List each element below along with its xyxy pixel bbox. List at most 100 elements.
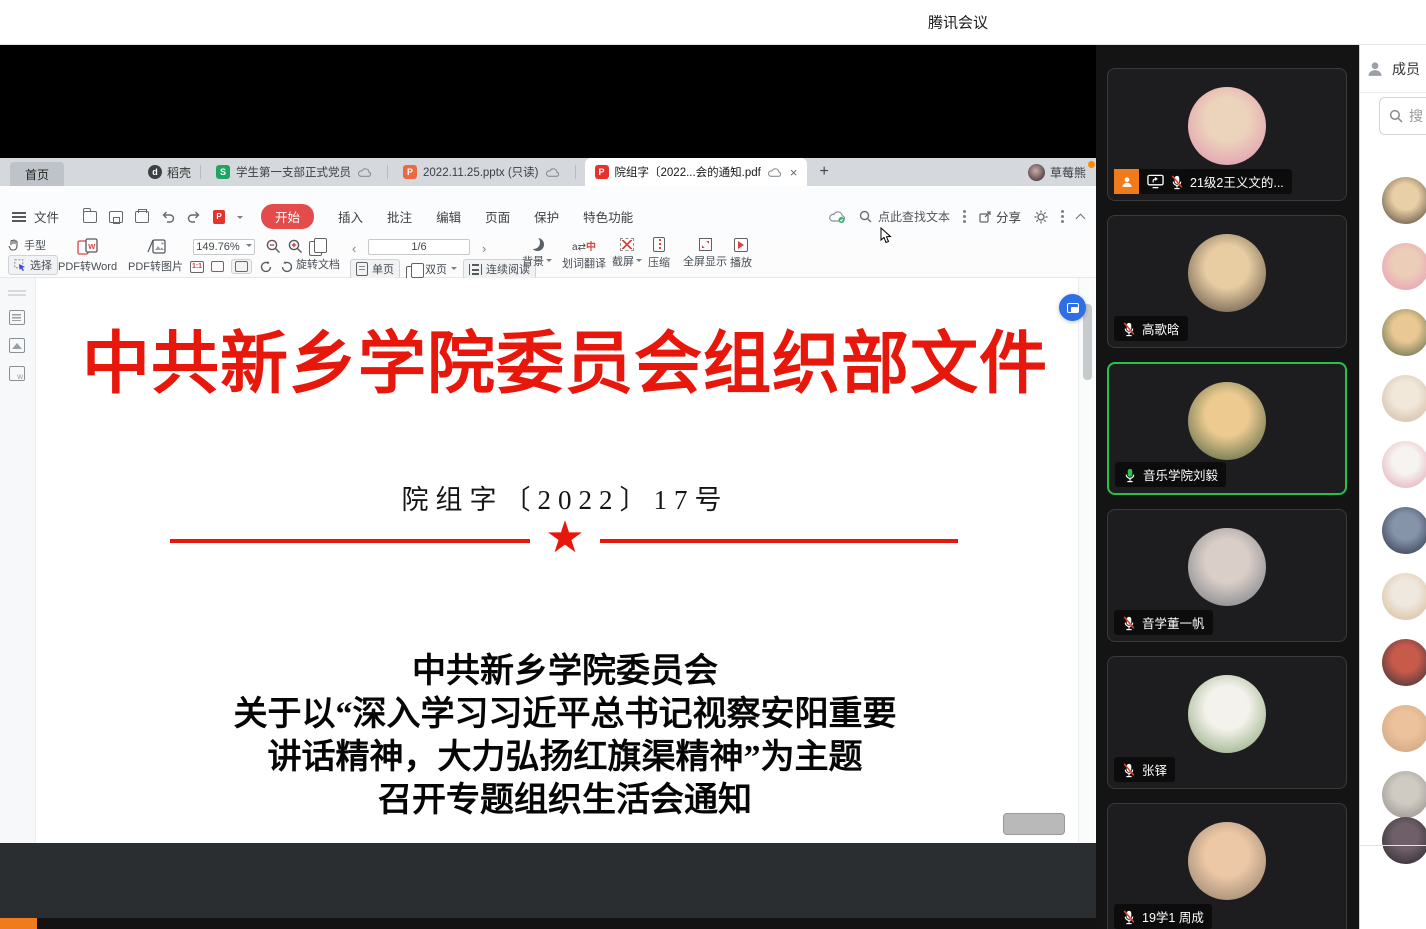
participant-tile[interactable]: 高歌晗 <box>1107 215 1347 348</box>
share-button[interactable]: 分享 <box>979 207 1021 226</box>
mic-muted-icon <box>1170 174 1184 190</box>
account-menu[interactable]: 草莓熊 <box>1028 164 1086 181</box>
find-text[interactable]: 点此查找文本 <box>859 208 950 225</box>
redo-icon[interactable] <box>187 211 201 223</box>
quick-access-toolbar: P <box>83 210 243 224</box>
tab-docer[interactable]: d 稻壳 <box>148 164 191 181</box>
cloud-status-icon[interactable] <box>828 210 846 223</box>
hamburger-menu-icon[interactable] <box>12 212 26 222</box>
save-icon[interactable] <box>109 211 123 223</box>
device-sync-icon <box>1067 303 1079 313</box>
close-tab-icon[interactable]: × <box>790 165 798 180</box>
fit-page-active[interactable] <box>231 259 252 274</box>
avatar[interactable] <box>1382 507 1426 554</box>
member-panel-header: 成员 <box>1360 45 1426 93</box>
rotate-right-icon[interactable] <box>259 260 273 273</box>
fullscreen-button[interactable]: 全屏显示 <box>683 238 727 269</box>
pdf-tools-icon[interactable]: P <box>213 210 225 224</box>
cloud-sync-icon <box>767 167 782 178</box>
more-options-icon[interactable] <box>963 210 966 213</box>
tab-document-pdf-active[interactable]: P 院组字〔2022...会的通知.pdf × <box>585 158 808 186</box>
avatar[interactable] <box>1382 705 1426 752</box>
tab-separator <box>200 165 201 179</box>
participant-tile[interactable]: 19学1 周成 <box>1107 803 1347 929</box>
avatar[interactable] <box>1382 817 1426 864</box>
mouse-cursor <box>880 227 893 244</box>
zoom-out-icon[interactable] <box>266 239 281 254</box>
sidebar-handle[interactable] <box>8 290 26 296</box>
avatar[interactable] <box>1382 639 1426 686</box>
thumbnail-panel-icon[interactable] <box>9 310 25 325</box>
participant-tile-active-speaker[interactable]: 音乐学院刘毅 <box>1107 362 1347 495</box>
select-tool-button[interactable]: 选择 <box>8 255 58 275</box>
hand-icon <box>8 239 20 252</box>
tab-document-writer[interactable]: S 学生第一支部正式党员 <box>210 158 378 186</box>
gear-icon[interactable] <box>1034 210 1048 224</box>
tab-home[interactable]: 首页 <box>10 162 64 186</box>
fit-width-icon[interactable] <box>211 261 224 272</box>
play-button[interactable]: 播放 <box>730 238 752 270</box>
open-icon[interactable] <box>83 211 97 223</box>
chevron-down-icon[interactable] <box>237 216 243 222</box>
single-page-button[interactable]: 单页 <box>350 259 400 279</box>
menu-features[interactable]: 特色功能 <box>583 207 633 226</box>
fit-page-icon <box>235 261 248 272</box>
print-icon[interactable] <box>135 211 149 223</box>
menu-file[interactable]: 文件 <box>34 207 59 226</box>
screenshot-button[interactable]: 截屏 <box>612 238 642 269</box>
menu-annotate[interactable]: 批注 <box>387 207 412 226</box>
new-tab-button[interactable]: + <box>819 163 828 181</box>
participant-tile[interactable]: 21级2王义文的... <box>1107 68 1347 201</box>
avatar <box>1188 528 1266 606</box>
compress-button[interactable]: 压缩 <box>648 237 670 270</box>
avatar[interactable] <box>1382 771 1426 818</box>
pdf-icon: P <box>595 165 609 179</box>
menu-right-cluster: 点此查找文本 分享 <box>828 207 1084 226</box>
avatar[interactable] <box>1382 375 1426 422</box>
shared-screen: 首页 d 稻壳 S 学生第一支部正式党员 P 2022.11.25.pptx (… <box>0 45 1096 929</box>
previous-page-icon[interactable]: ‹ <box>352 241 356 256</box>
actual-size-icon[interactable]: 1:1 <box>190 261 204 273</box>
collapse-ribbon-icon[interactable] <box>1076 213 1086 223</box>
participant-tile[interactable]: 音学董一帆 <box>1107 509 1347 642</box>
page-number-field[interactable]: 1/6 <box>368 239 470 255</box>
mobile-view-float-button[interactable] <box>1059 294 1086 321</box>
double-page-button[interactable]: 双页 <box>406 261 457 277</box>
wps-taskbar-icon[interactable] <box>0 918 37 929</box>
participant-tile[interactable]: 张铎 <box>1107 656 1347 789</box>
members-icon <box>1365 59 1385 79</box>
avatar[interactable] <box>1382 177 1426 224</box>
translate-button[interactable]: a⇄中 划词翻译 <box>562 238 606 271</box>
avatar[interactable] <box>1382 243 1426 290</box>
hand-tool-button[interactable]: 手型 <box>8 237 46 253</box>
search-icon <box>1389 109 1403 123</box>
menu-start-active[interactable]: 开始 <box>261 204 314 229</box>
avatar[interactable] <box>1382 573 1426 620</box>
member-search-input[interactable]: 搜 <box>1379 97 1426 135</box>
menu-page[interactable]: 页面 <box>485 207 510 226</box>
tab-document-pptx[interactable]: P 2022.11.25.pptx (只读) <box>397 158 566 186</box>
avatar <box>1188 822 1266 900</box>
collapsed-control[interactable] <box>1003 813 1065 835</box>
pdf-to-image-button[interactable]: PDF转图片 <box>128 238 183 274</box>
pdf-to-word-icon: w <box>77 238 99 256</box>
next-page-icon[interactable]: › <box>482 241 486 256</box>
rotate-left-icon[interactable] <box>280 260 294 273</box>
more-options-icon[interactable] <box>1061 210 1064 213</box>
undo-icon[interactable] <box>161 211 175 223</box>
menu-edit[interactable]: 编辑 <box>436 207 461 226</box>
menu-protect[interactable]: 保护 <box>534 207 559 226</box>
avatar <box>1188 382 1266 460</box>
pdf-to-word-button[interactable]: w PDF转Word <box>58 238 117 274</box>
avatar[interactable] <box>1382 441 1426 488</box>
menu-insert[interactable]: 插入 <box>338 207 363 226</box>
participant-name: 音学董一帆 <box>1142 613 1205 632</box>
rotate-document-button[interactable]: 旋转文档 <box>296 238 340 272</box>
image-panel-icon[interactable] <box>9 338 25 353</box>
background-button[interactable]: 背景 <box>522 238 552 269</box>
scrollbar-thumb[interactable] <box>1083 304 1092 380</box>
vertical-scrollbar[interactable] <box>1078 278 1095 843</box>
zoom-level-field[interactable]: 149.76% <box>193 239 255 255</box>
avatar[interactable] <box>1382 309 1426 356</box>
export-panel-icon[interactable] <box>9 366 25 381</box>
